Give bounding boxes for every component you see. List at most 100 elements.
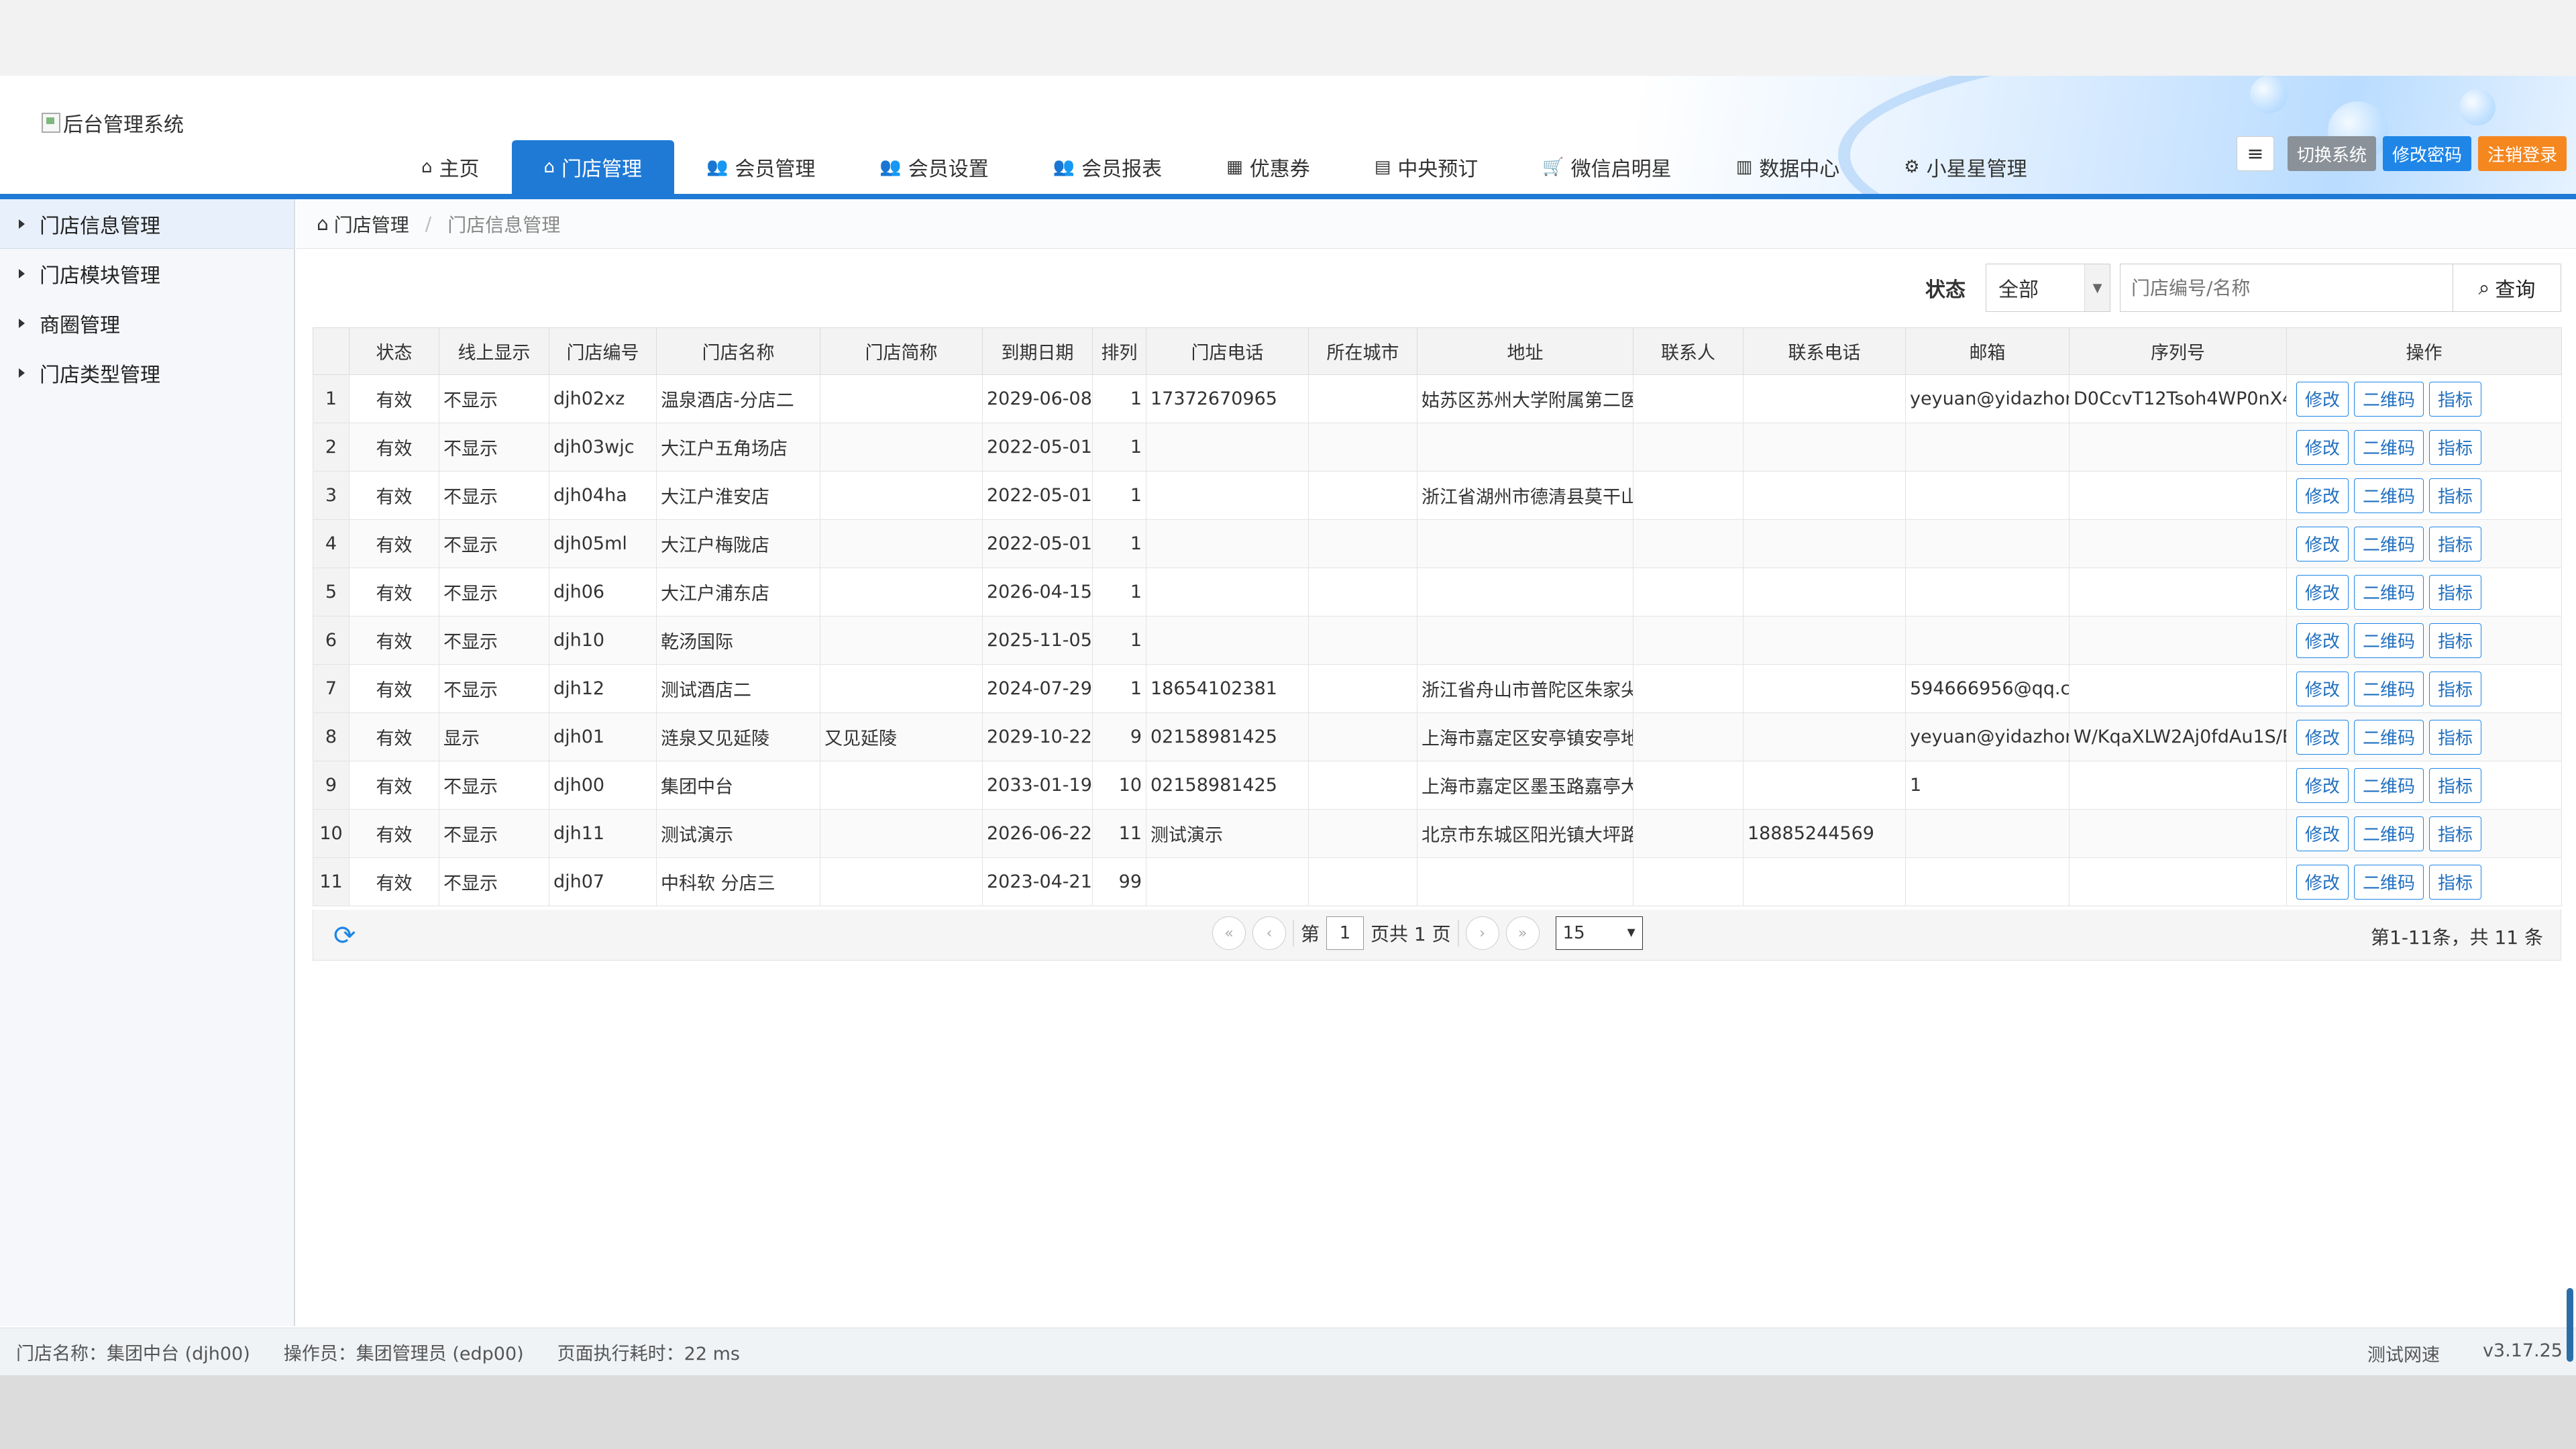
sidebar-item-store-info[interactable]: 门店信息管理 xyxy=(0,199,294,249)
nav-member-settings[interactable]: 👥 会员设置 xyxy=(847,140,1020,194)
edit-button[interactable]: 修改 xyxy=(2296,574,2349,610)
qrcode-button[interactable]: 二维码 xyxy=(2354,767,2424,803)
metrics-button[interactable]: 指标 xyxy=(2429,816,2482,851)
cell-status: 有效 xyxy=(349,761,439,810)
qrcode-button[interactable]: 二维码 xyxy=(2354,623,2424,658)
search-icon: ⌕ xyxy=(2478,276,2490,300)
metrics-button[interactable]: 指标 xyxy=(2429,623,2482,658)
cell-email xyxy=(1905,809,2070,858)
metrics-button[interactable]: 指标 xyxy=(2429,381,2482,417)
change-password-button[interactable]: 修改密码 xyxy=(2382,136,2471,171)
table-row[interactable]: 2 有效 不显示 djh03wjc 大江户五角场店 2022-05-01 1 修改 二维码 指标 xyxy=(313,423,2562,472)
nav-store-management[interactable]: ⌂ 门店管理 xyxy=(511,140,675,194)
bubble-decoration xyxy=(2250,76,2288,113)
scrollbar-thumb[interactable] xyxy=(2567,1288,2573,1362)
table-row[interactable]: 4 有效 不显示 djh05ml 大江户梅陇店 2022-05-01 1 修改 二维码 指标 xyxy=(313,519,2562,568)
cell-contact-phone xyxy=(1743,471,1906,520)
status-select[interactable]: 全部 ▼ xyxy=(1986,264,2110,312)
edit-button[interactable]: 修改 xyxy=(2296,381,2349,417)
prev-page-icon[interactable]: ‹ xyxy=(1252,916,1286,950)
last-page-icon[interactable]: » xyxy=(1505,916,1540,950)
cell-contact-phone xyxy=(1743,519,1906,568)
first-page-icon[interactable]: « xyxy=(1212,916,1246,950)
qrcode-button[interactable]: 二维码 xyxy=(2354,478,2424,513)
logo: 后台管理系统 xyxy=(42,108,184,138)
metrics-button[interactable]: 指标 xyxy=(2429,574,2482,610)
qrcode-button[interactable]: 二维码 xyxy=(2354,526,2424,561)
table-row[interactable]: 5 有效 不显示 djh06 大江户浦东店 2026-04-15 1 修改 二维码 指标 xyxy=(313,568,2562,616)
edit-button[interactable]: 修改 xyxy=(2296,526,2349,561)
calendar-icon: ▤ xyxy=(1374,157,1391,177)
table-row[interactable]: 6 有效 不显示 djh10 乾汤国际 2025-11-05 1 修改 二维码 指标 xyxy=(313,616,2562,665)
cell-email xyxy=(1905,471,2070,520)
next-page-icon[interactable]: › xyxy=(1465,916,1499,950)
breadcrumb-home[interactable]: ⌂ 门店管理 xyxy=(317,211,409,237)
cell-status: 有效 xyxy=(349,519,439,568)
qrcode-button[interactable]: 二维码 xyxy=(2354,864,2424,900)
qrcode-button[interactable]: 二维码 xyxy=(2354,816,2424,851)
cell-city xyxy=(1308,374,1417,423)
metrics-button[interactable]: 指标 xyxy=(2429,526,2482,561)
table-row[interactable]: 7 有效 不显示 djh12 测试酒店二 2024-07-29 1 18654102381 浙江… xyxy=(313,664,2562,713)
sidebar-item-store-modules[interactable]: 门店模块管理 xyxy=(0,249,294,299)
nav-central-booking[interactable]: ▤ 中央预订 xyxy=(1342,140,1511,194)
nav-member-reports[interactable]: 👥 会员报表 xyxy=(1021,140,1194,194)
edit-button[interactable]: 修改 xyxy=(2296,719,2349,755)
qrcode-button[interactable]: 二维码 xyxy=(2354,429,2424,465)
table-row[interactable]: 11 有效 不显示 djh07 中科软 分店三 2023-04-21 99 修改 二维码 指标 xyxy=(313,857,2562,906)
edit-button[interactable]: 修改 xyxy=(2296,429,2349,465)
search-input[interactable] xyxy=(2120,264,2453,312)
speed-test-link[interactable]: 测试网速 xyxy=(2367,1340,2440,1366)
cell-name: 测试酒店二 xyxy=(656,664,820,713)
table-row[interactable]: 8 有效 显示 djh01 涟泉又见延陵 又见延陵 2029-10-22 9 021589814… xyxy=(313,712,2562,761)
nav-coupons[interactable]: ▦ 优惠券 xyxy=(1194,140,1342,194)
cell-contact xyxy=(1633,761,1743,810)
nav-wechat[interactable]: 🛒 微信启明星 xyxy=(1510,140,1703,194)
qrcode-button[interactable]: 二维码 xyxy=(2354,381,2424,417)
table-row[interactable]: 10 有效 不显示 djh11 测试演示 2026-06-22 11 测试演示 北京市东城区阳光… xyxy=(313,809,2562,858)
column-header: 门店编号 xyxy=(549,327,657,375)
cell-expire: 2029-06-08 xyxy=(982,374,1093,423)
nav-data-center[interactable]: ▥ 数据中心 xyxy=(1704,140,1872,194)
edit-button[interactable]: 修改 xyxy=(2296,623,2349,658)
cell-contact xyxy=(1633,471,1743,520)
edit-button[interactable]: 修改 xyxy=(2296,671,2349,706)
metrics-button[interactable]: 指标 xyxy=(2429,478,2482,513)
cell-name: 乾汤国际 xyxy=(656,616,820,665)
qrcode-button[interactable]: 二维码 xyxy=(2354,574,2424,610)
cell-contact xyxy=(1633,664,1743,713)
table-row[interactable]: 9 有效 不显示 djh00 集团中台 2033-01-19 10 02158981425 上海… xyxy=(313,761,2562,810)
edit-button[interactable]: 修改 xyxy=(2296,767,2349,803)
nav-star-management[interactable]: ⚙ 小星星管理 xyxy=(1872,140,2059,194)
edit-button[interactable]: 修改 xyxy=(2296,478,2349,513)
metrics-button[interactable]: 指标 xyxy=(2429,671,2482,706)
table-row[interactable]: 3 有效 不显示 djh04ha 大江户淮安店 2022-05-01 1 浙江省湖州市德清县莫… xyxy=(313,471,2562,520)
edit-button[interactable]: 修改 xyxy=(2296,864,2349,900)
refresh-icon[interactable]: ⟳ xyxy=(333,920,356,951)
qrcode-button[interactable]: 二维码 xyxy=(2354,671,2424,706)
nav-home[interactable]: ⌂ 主页 xyxy=(389,140,512,194)
metrics-button[interactable]: 指标 xyxy=(2429,767,2482,803)
cell-code: djh12 xyxy=(549,664,657,713)
logout-button[interactable]: 注销登录 xyxy=(2477,136,2567,171)
sidebar-item-store-types[interactable]: 门店类型管理 xyxy=(0,348,294,398)
page-size-select[interactable]: 15 xyxy=(1555,916,1643,950)
cell-short xyxy=(820,423,983,472)
row-actions: 修改 二维码 指标 xyxy=(2291,671,2557,706)
page-number-input[interactable]: 1 xyxy=(1326,916,1364,950)
menu-toggle-button[interactable]: ≡ xyxy=(2236,136,2274,171)
qrcode-button[interactable]: 二维码 xyxy=(2354,719,2424,755)
nav-label: 数据中心 xyxy=(1759,158,1840,181)
nav-member-management[interactable]: 👥 会员管理 xyxy=(674,140,847,194)
table-row[interactable]: 1 有效 不显示 djh02xz 温泉酒店-分店二 2029-06-08 1 17372670… xyxy=(313,374,2562,423)
edit-button[interactable]: 修改 xyxy=(2296,816,2349,851)
metrics-button[interactable]: 指标 xyxy=(2429,429,2482,465)
metrics-button[interactable]: 指标 xyxy=(2429,719,2482,755)
cell-expire: 2022-05-01 xyxy=(982,423,1093,472)
metrics-button[interactable]: 指标 xyxy=(2429,864,2482,900)
sidebar-item-business-district[interactable]: 商圈管理 xyxy=(0,299,294,348)
cell-order: 1 xyxy=(1092,519,1146,568)
switch-system-button[interactable]: 切换系统 xyxy=(2287,136,2376,171)
search-button[interactable]: ⌕ 查询 xyxy=(2453,264,2561,312)
column-header: 状态 xyxy=(349,327,439,375)
